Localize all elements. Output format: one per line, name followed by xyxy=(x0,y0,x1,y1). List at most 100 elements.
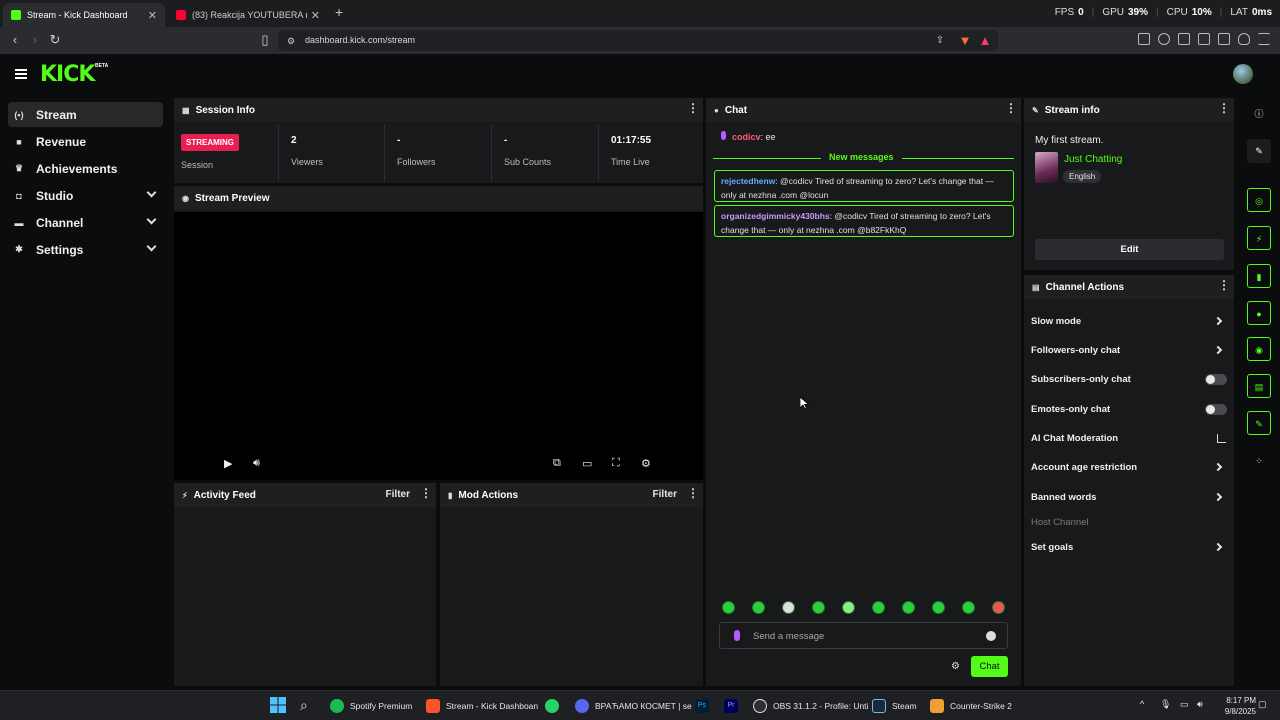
mod-filter-button[interactable]: Filter xyxy=(653,489,677,500)
subscribers-only-toggle[interactable] xyxy=(1205,374,1227,385)
start-menu-icon[interactable] xyxy=(270,697,286,713)
emote-icon[interactable] xyxy=(932,601,945,614)
play-icon[interactable]: ▶ xyxy=(224,457,232,470)
brave-rewards-icon[interactable]: ▲ xyxy=(978,34,992,48)
emote-icon[interactable] xyxy=(842,601,855,614)
info-icon[interactable]: ⓘ xyxy=(1247,102,1271,126)
brave-shield-icon[interactable]: ▼ xyxy=(958,34,972,48)
share-icon[interactable]: ⇪ xyxy=(933,34,947,48)
chat-input[interactable]: Send a message xyxy=(719,622,1008,649)
sidebar-item-settings[interactable]: ✱ Settings xyxy=(8,237,163,262)
channel-actions-widget-icon[interactable]: ▤ xyxy=(1247,374,1271,398)
whatsapp-icon[interactable] xyxy=(545,699,565,713)
chat-widget-icon[interactable]: ● xyxy=(1247,301,1271,325)
vpn-icon[interactable] xyxy=(1238,33,1250,45)
photoshop-icon[interactable]: Ps xyxy=(695,699,715,713)
sidebar-item-studio[interactable]: ◘ Studio xyxy=(8,183,163,208)
emote-icon[interactable] xyxy=(962,601,975,614)
emote-icon[interactable] xyxy=(992,601,1005,614)
reload-icon[interactable]: ↻ xyxy=(48,33,62,47)
tab-youtube[interactable]: (83) Reakcija YOUTUBERA na NOVA K ✕ xyxy=(168,3,328,27)
kick-logo[interactable]: KICK xyxy=(40,62,95,87)
more-options-icon[interactable] xyxy=(1218,278,1230,293)
emote-icon[interactable] xyxy=(872,601,885,614)
ai-chat-moderation-row[interactable]: AI Chat Moderation xyxy=(1031,430,1227,448)
mic-icon[interactable] xyxy=(734,630,740,641)
stream-info-widget-icon[interactable]: ✎ xyxy=(1247,411,1271,435)
emote-icon[interactable] xyxy=(752,601,765,614)
set-goals-row[interactable]: Set goals xyxy=(1031,539,1227,557)
chat-username[interactable]: codicv xyxy=(732,132,761,142)
chat-username[interactable]: organizedgimmicky430bhs xyxy=(721,211,830,221)
mod-actions-widget-icon[interactable]: ▮ xyxy=(1247,264,1271,288)
slow-mode-row[interactable]: Slow mode xyxy=(1031,313,1227,331)
followers-only-chat-row[interactable]: Followers-only chat xyxy=(1031,342,1227,360)
site-info-icon[interactable]: ⚙ xyxy=(284,34,298,48)
sidebar-item-channel[interactable]: ▬ Channel xyxy=(8,210,163,235)
menu-icon[interactable] xyxy=(1258,33,1270,45)
close-tab-icon[interactable]: ✕ xyxy=(311,9,320,22)
stream-preview-widget-icon[interactable]: ◉ xyxy=(1247,337,1271,361)
taskbar-steam[interactable]: Steam xyxy=(872,699,917,713)
back-icon[interactable]: ‹ xyxy=(8,33,22,47)
activity-feed-widget-icon[interactable]: ⚡︎ xyxy=(1247,226,1271,250)
clock[interactable]: 8:17 PM 9/8/2025 xyxy=(1225,695,1256,717)
emotes-only-toggle[interactable] xyxy=(1205,404,1227,415)
user-avatar[interactable] xyxy=(1233,64,1253,84)
emote-icon[interactable] xyxy=(782,601,795,614)
taskbar-cs2[interactable]: Counter-Strike 2 xyxy=(930,699,1012,713)
close-tab-icon[interactable]: ✕ xyxy=(148,9,157,22)
theater-mode-icon[interactable]: ▭ xyxy=(582,457,592,470)
ai-assistant-icon[interactable] xyxy=(1218,33,1230,45)
edit-stream-info-button[interactable]: Edit xyxy=(1035,239,1224,260)
fullscreen-icon[interactable]: ⛶ xyxy=(612,457,620,470)
more-options-icon[interactable] xyxy=(420,486,432,501)
premiere-icon[interactable]: Pr xyxy=(724,699,744,713)
tab-kick-dashboard[interactable]: Stream - Kick Dashboard ✕ xyxy=(3,3,165,27)
taskbar-brave[interactable]: Stream - Kick Dashboan xyxy=(426,699,538,713)
chat-settings-icon[interactable]: ⚙ xyxy=(951,661,960,672)
picture-in-picture-icon[interactable]: ⧉ xyxy=(553,457,561,470)
new-tab-button[interactable]: + xyxy=(335,4,343,20)
volume-icon[interactable]: 🔊︎ xyxy=(253,457,260,470)
emoji-picker-icon[interactable] xyxy=(986,631,996,641)
search-icon[interactable]: ⌕ xyxy=(300,697,308,714)
chat-send-button[interactable]: Chat xyxy=(971,656,1008,677)
chat-username[interactable]: rejectedhenw xyxy=(721,176,775,186)
tray-overflow-icon[interactable]: ^ xyxy=(1140,699,1144,709)
notification-icon[interactable]: ▢ xyxy=(1258,699,1267,710)
more-options-icon[interactable] xyxy=(1005,101,1017,116)
mic-tray-icon[interactable]: 🎙︎ xyxy=(1160,699,1171,710)
taskbar-discord[interactable]: ВРАЋАМО КОСМЕТ | se xyxy=(575,699,692,713)
screenshot-icon[interactable] xyxy=(1138,33,1150,45)
video-player[interactable] xyxy=(174,212,703,480)
more-widgets-icon[interactable]: ⁘ xyxy=(1247,449,1271,473)
volume-tray-icon[interactable]: 🔊︎ xyxy=(1197,699,1203,710)
account-age-restriction-row[interactable]: Account age restriction xyxy=(1031,459,1227,477)
emote-icon[interactable] xyxy=(722,601,735,614)
emote-icon[interactable] xyxy=(812,601,825,614)
settings-gear-icon[interactable]: ⚙ xyxy=(641,457,651,470)
activity-filter-button[interactable]: Filter xyxy=(386,489,410,500)
bookmark-icon[interactable]: ▯ xyxy=(258,33,272,47)
wallet-icon[interactable] xyxy=(1198,33,1210,45)
more-options-icon[interactable] xyxy=(687,101,699,116)
sidebar-item-achievements[interactable]: ♛ Achievements xyxy=(8,156,163,181)
taskbar-spotify[interactable]: Spotify Premium xyxy=(330,699,412,713)
media-icon[interactable] xyxy=(1158,33,1170,45)
emote-icon[interactable] xyxy=(902,601,915,614)
more-options-icon[interactable] xyxy=(1218,101,1230,116)
hamburger-menu-icon[interactable] xyxy=(15,69,27,79)
network-icon[interactable]: ▭ xyxy=(1180,699,1189,710)
more-options-icon[interactable] xyxy=(687,486,699,501)
banned-words-row[interactable]: Banned words xyxy=(1031,489,1227,507)
forward-icon[interactable]: › xyxy=(28,33,42,47)
edit-layout-icon[interactable]: ✎ xyxy=(1247,139,1271,163)
address-bar[interactable]: ⚙ dashboard.kick.com/stream ⇪ ▼ ▲ xyxy=(278,30,998,51)
taskbar-obs[interactable]: OBS 31.1.2 - Profile: Unti xyxy=(753,699,868,713)
sidebar-toggle-icon[interactable] xyxy=(1178,33,1190,45)
session-info-widget-icon[interactable]: ◎ xyxy=(1247,188,1271,212)
stream-category-link[interactable]: Just Chatting xyxy=(1064,154,1122,165)
sidebar-item-stream[interactable]: (•) Stream xyxy=(8,102,163,127)
sidebar-item-revenue[interactable]: ■ Revenue xyxy=(8,129,163,154)
